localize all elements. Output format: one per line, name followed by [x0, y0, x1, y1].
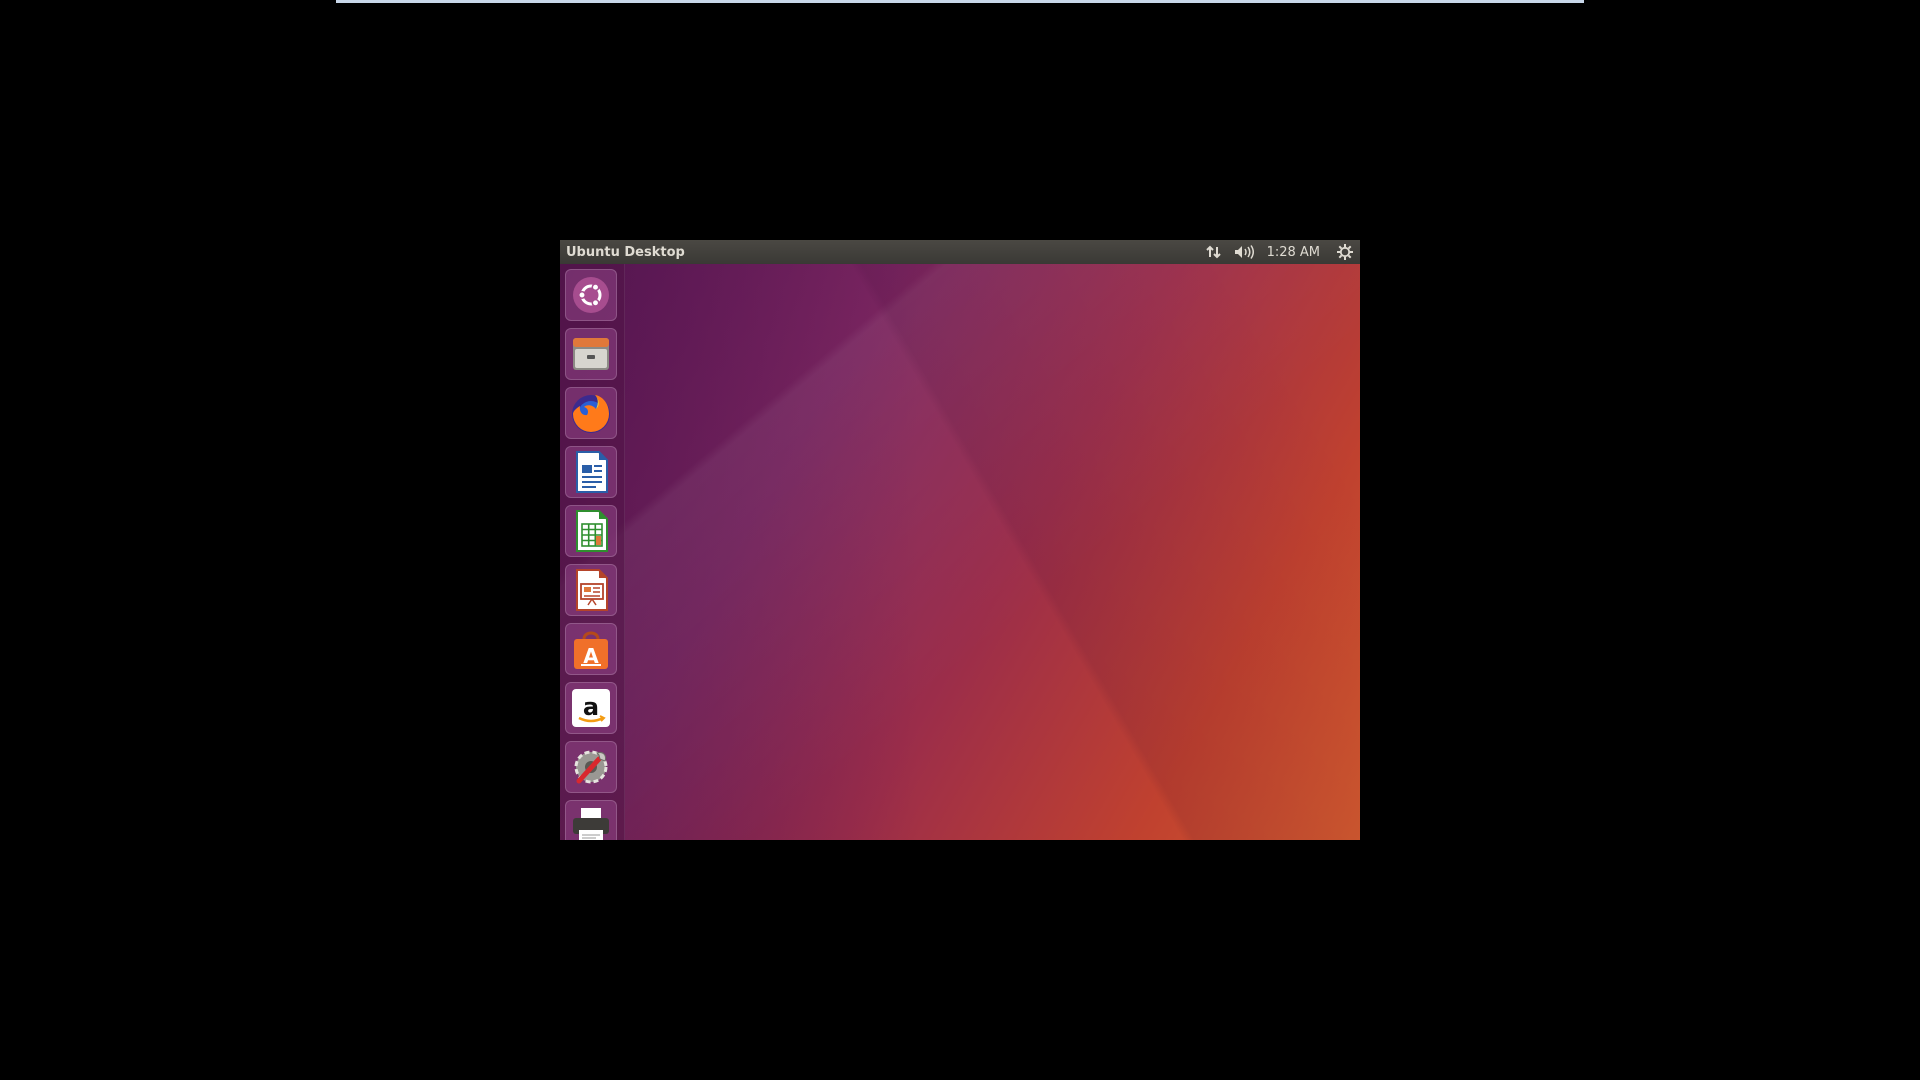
software-bag-icon: A [570, 627, 612, 671]
launcher: A a [560, 264, 625, 840]
launcher-item-dash-home[interactable] [565, 269, 617, 321]
launcher-item-ubuntu-software[interactable]: A [565, 623, 617, 675]
launcher-item-amazon[interactable]: a [565, 682, 617, 734]
amazon-icon: a [570, 687, 612, 729]
launcher-item-libreoffice-impress[interactable] [565, 564, 617, 616]
wallpaper-streak [560, 264, 1360, 840]
session-gear-icon[interactable] [1336, 240, 1354, 264]
svg-text:a: a [583, 693, 599, 721]
launcher-item-system-settings[interactable] [565, 741, 617, 793]
panel-title: Ubuntu Desktop [566, 244, 685, 260]
volume-indicator-icon[interactable] [1233, 240, 1255, 264]
settings-tools-icon [569, 745, 613, 789]
desktop-wallpaper[interactable] [560, 264, 1360, 840]
ubuntu-desktop-screen: Ubuntu Desktop 1:28 AM A a [560, 240, 1360, 840]
launcher-item-libreoffice-writer[interactable] [565, 446, 617, 498]
printer-icon [569, 806, 613, 840]
host-window-strip [336, 0, 1584, 3]
clock[interactable]: 1:28 AM [1267, 240, 1320, 264]
launcher-item-files[interactable] [565, 328, 617, 380]
launcher-item-printer[interactable] [565, 800, 617, 840]
launcher-item-libreoffice-calc[interactable] [565, 505, 617, 557]
firefox-icon [569, 391, 613, 435]
network-indicator-icon[interactable] [1205, 240, 1223, 264]
impress-icon [571, 568, 611, 612]
calc-icon [571, 509, 611, 553]
launcher-item-firefox[interactable] [565, 387, 617, 439]
top-panel: Ubuntu Desktop 1:28 AM [560, 240, 1360, 264]
ubuntu-logo-icon [571, 275, 611, 315]
writer-icon [571, 450, 611, 494]
file-cabinet-icon [570, 334, 612, 374]
